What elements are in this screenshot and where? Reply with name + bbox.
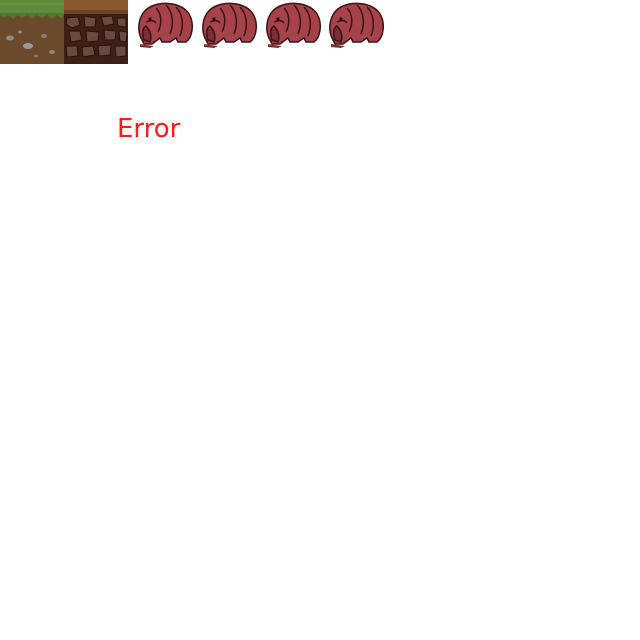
red-mole-creature-graphic (138, 2, 194, 48)
red-mole-creature (132, 0, 196, 48)
game-canvas: Error (0, 0, 640, 640)
grass-dirt-tile (0, 0, 64, 64)
red-mole-creature-graphic (329, 2, 385, 48)
rock-dirt-tile (64, 0, 128, 64)
red-mole-creature (260, 0, 324, 48)
red-mole-creature-graphic (202, 2, 258, 48)
grass-dirt-tile-graphic (0, 0, 64, 64)
error-message: Error (117, 114, 181, 144)
rock-dirt-tile-graphic (64, 0, 128, 64)
red-mole-creature-graphic (266, 2, 322, 48)
red-mole-creature (323, 0, 387, 48)
red-mole-creature (196, 0, 260, 48)
